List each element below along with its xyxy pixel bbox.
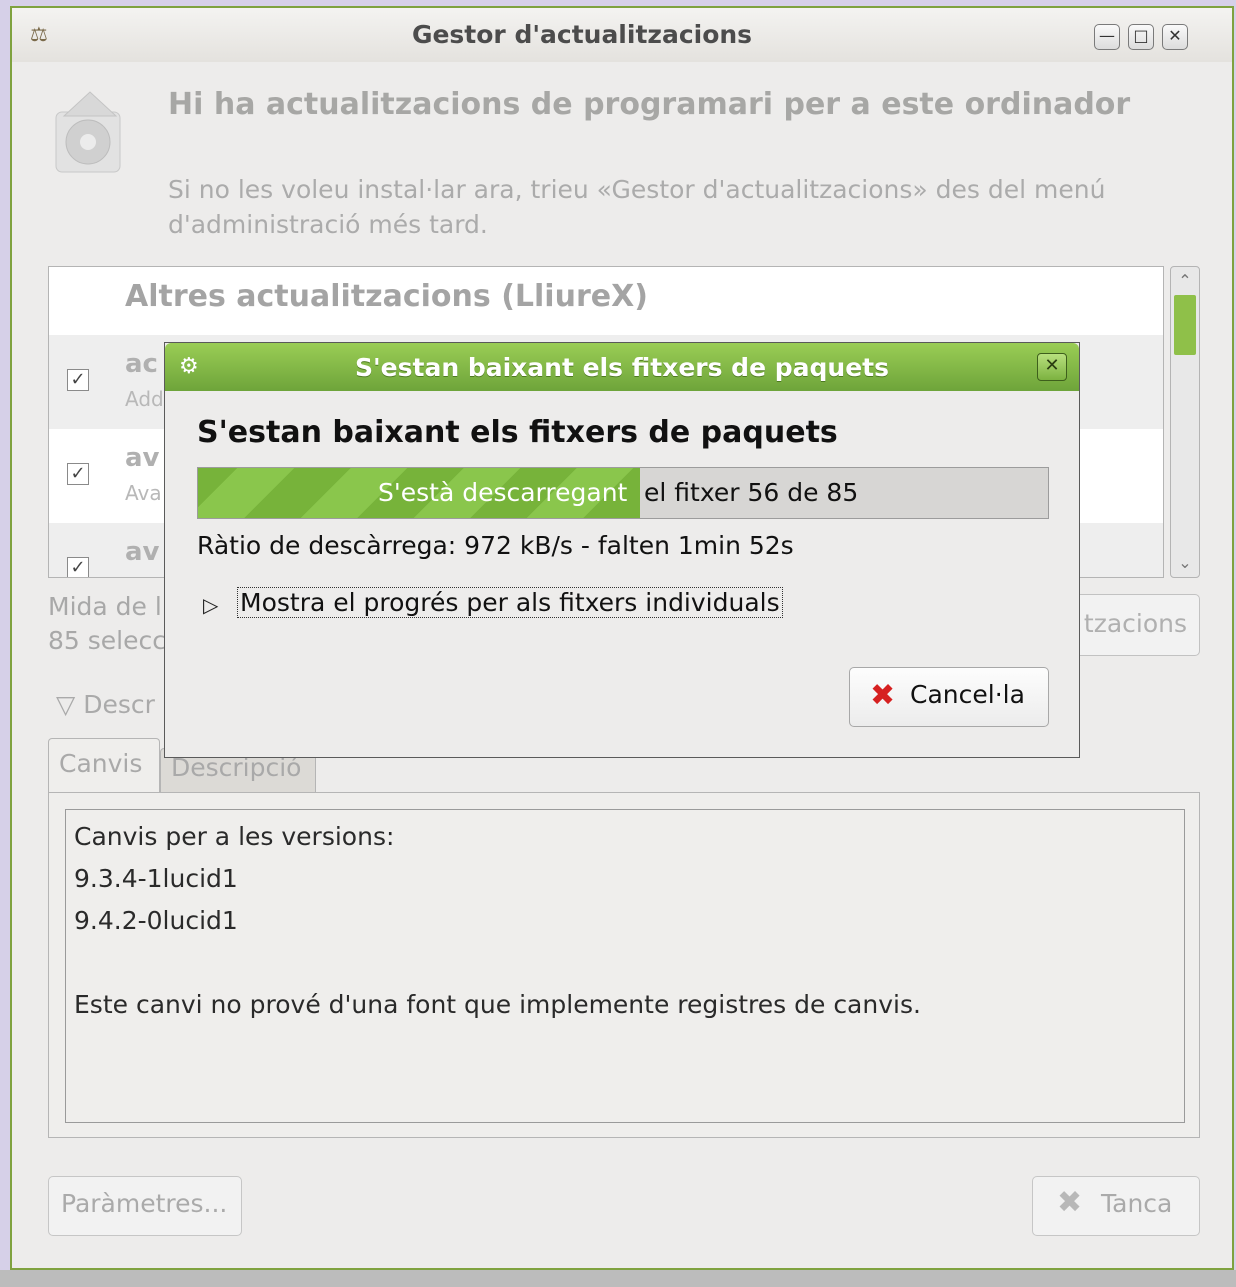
- window-titlebar[interactable]: ⚖ Gestor d'actualitzacions — □ ✕: [12, 8, 1232, 62]
- download-progress-bar: S'està descarregant el fitxer 56 de 85: [197, 467, 1049, 519]
- scroll-up-icon[interactable]: ⌃: [1173, 269, 1197, 293]
- check-updates-label: tzacions: [1083, 609, 1187, 638]
- update-group-header: Altres actualitzacions (LliureX): [125, 279, 648, 314]
- tab-changes[interactable]: Canvis: [48, 738, 160, 792]
- changes-line: Este canvi no prové d'una font que imple…: [74, 990, 921, 1019]
- maximize-icon[interactable]: □: [1128, 24, 1154, 50]
- dialog-titlebar[interactable]: ⚙ S'estan baixant els fitxers de paquets…: [165, 343, 1079, 391]
- dialog-close-icon[interactable]: ✕: [1037, 353, 1067, 381]
- update-checkbox[interactable]: ✓: [67, 369, 89, 391]
- close-x-icon: ✖: [1057, 1185, 1083, 1220]
- scrollbar-thumb[interactable]: [1174, 295, 1196, 355]
- progress-text-fill: S'està descarregant: [378, 478, 628, 507]
- settings-button[interactable]: Paràmetres...: [48, 1176, 242, 1236]
- dialog-heading: S'estan baixant els fitxers de paquets: [197, 415, 838, 450]
- cancel-icon: ✖: [870, 678, 896, 713]
- close-icon[interactable]: ✕: [1162, 24, 1188, 50]
- changes-line: 9.3.4-1lucid1: [74, 864, 238, 893]
- software-update-icon: [55, 91, 121, 173]
- changes-line: 9.4.2-0lucid1: [74, 906, 238, 935]
- update-list-scrollbar[interactable]: ⌃ ⌄: [1170, 266, 1200, 578]
- page-subtitle: Si no les voleu instal·lar ara, trieu «G…: [168, 175, 1106, 239]
- download-progress-dialog: ⚙ S'estan baixant els fitxers de paquets…: [164, 342, 1080, 758]
- desktop-strip: [0, 1270, 1236, 1287]
- dialog-title: S'estan baixant els fitxers de paquets: [355, 353, 889, 382]
- cancel-label: Cancel·la: [910, 680, 1025, 709]
- window-title: Gestor d'actualitzacions: [411, 20, 753, 49]
- changes-line: Canvis per a les versions:: [74, 822, 395, 851]
- expander-down-icon: ▽: [56, 690, 76, 719]
- minimize-icon[interactable]: —: [1094, 24, 1120, 50]
- selected-count-label: 85 selecc: [48, 626, 166, 655]
- progress-text-rest: el fitxer 56 de 85: [644, 478, 859, 507]
- description-expander[interactable]: ▽ Descr: [56, 690, 155, 719]
- update-checkbox[interactable]: ✓: [67, 557, 89, 577]
- changes-panel: Canvis per a les versions: 9.3.4-1lucid1…: [48, 792, 1200, 1138]
- expander-right-icon: ▷: [203, 593, 219, 617]
- changes-line: [74, 942, 1176, 984]
- page-title: Hi ha actualitzacions de programari per …: [168, 87, 1131, 122]
- cancel-button[interactable]: ✖ Cancel·la: [849, 667, 1049, 727]
- package-desc: Add: [125, 387, 164, 411]
- package-name: av: [125, 443, 160, 473]
- download-size-label: Mida de l: [48, 592, 162, 621]
- update-checkbox[interactable]: ✓: [67, 463, 89, 485]
- package-name: ac: [125, 349, 158, 379]
- download-rate: Ràtio de descàrrega: 972 kB/s - falten 1…: [197, 531, 794, 560]
- package-desc: Ava: [125, 481, 162, 505]
- changes-textview[interactable]: Canvis per a les versions: 9.3.4-1lucid1…: [65, 809, 1185, 1123]
- package-name: av: [125, 537, 160, 567]
- expander-label: Mostra el progrés per als fitxers indivi…: [237, 587, 783, 618]
- close-button[interactable]: ✖ Tanca: [1032, 1176, 1200, 1236]
- desktop-background: [0, 0, 10, 1287]
- check-updates-button[interactable]: tzacions: [1072, 594, 1200, 656]
- scroll-down-icon[interactable]: ⌄: [1173, 551, 1197, 575]
